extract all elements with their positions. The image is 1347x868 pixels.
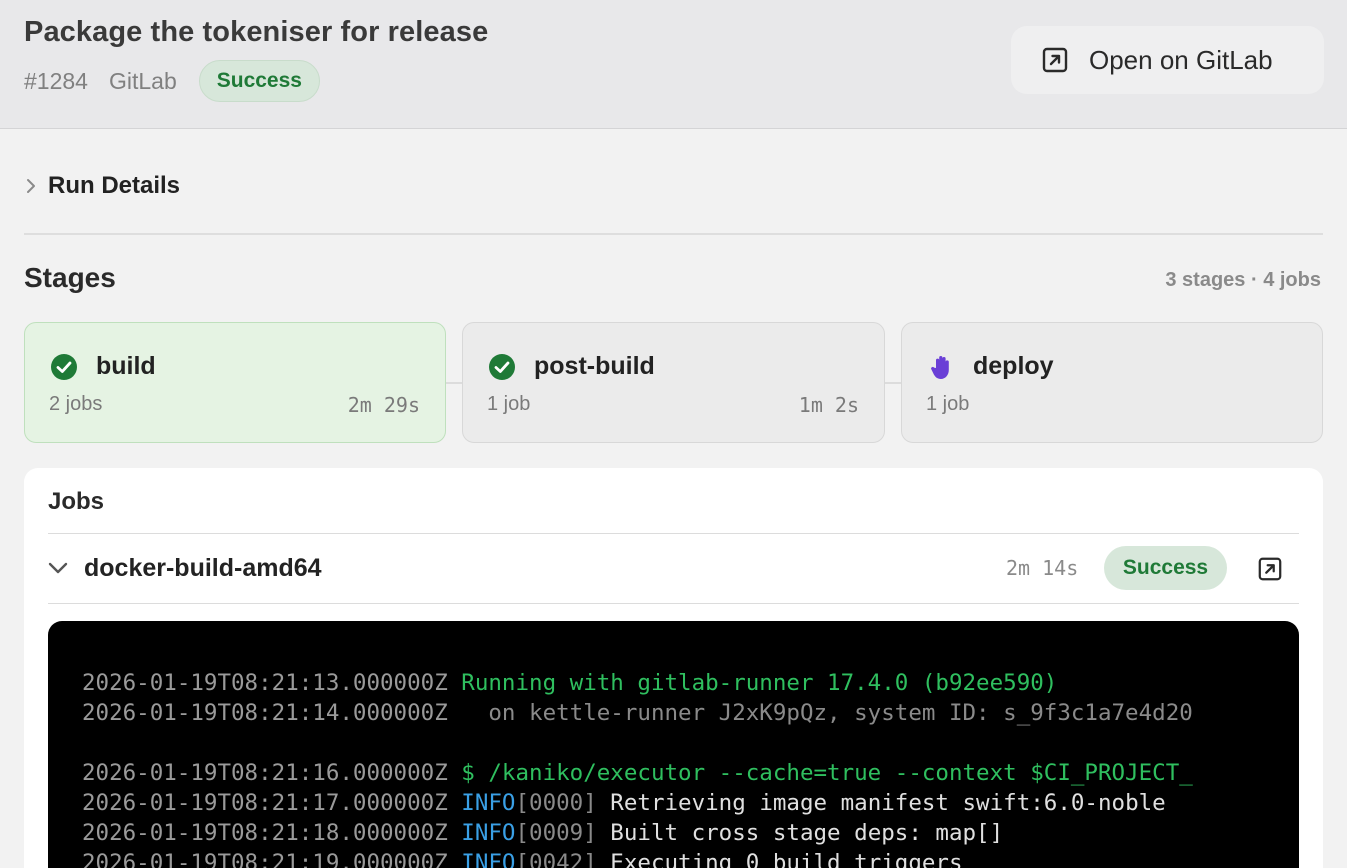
log-line: 2026-01-19T08:21:16.000000Z $ /kaniko/ex… bbox=[82, 758, 1299, 788]
stage-name: build bbox=[96, 352, 156, 380]
log-line: 2026-01-19T08:21:13.000000Z Running with… bbox=[82, 668, 1299, 698]
stages-title: Stages bbox=[24, 262, 116, 293]
stage-connector bbox=[885, 382, 901, 384]
log-timestamp: 2026-01-19T08:21:19.000000Z bbox=[82, 850, 462, 868]
log-timestamp: 2026-01-19T08:21:18.000000Z bbox=[82, 820, 462, 846]
chevron-down-icon bbox=[48, 562, 68, 574]
stage-connector bbox=[446, 382, 462, 384]
external-link-icon bbox=[1042, 47, 1068, 73]
page-title: Package the tokeniser for release bbox=[24, 16, 489, 48]
log-text: Executing 0 build triggers bbox=[596, 850, 963, 868]
log-text: Running with gitlab-runner 17.4.0 (b92ee… bbox=[461, 670, 1058, 696]
open-on-gitlab-label: Open on GitLab bbox=[1089, 44, 1273, 75]
log-text: $ /kaniko/executor --cache=true --contex… bbox=[461, 760, 1193, 786]
stage-card-build[interactable]: build 2 jobs 2m 29s bbox=[24, 322, 446, 443]
stage-duration: 1m 2s bbox=[798, 393, 859, 417]
run-number: #1284 bbox=[24, 67, 88, 94]
log-text: INFO bbox=[461, 790, 516, 816]
stage-duration: 2m 29s bbox=[347, 393, 420, 417]
check-circle-icon bbox=[489, 354, 515, 380]
divider bbox=[48, 603, 1299, 604]
stage-card-post-build[interactable]: post-build 1 job 1m 2s bbox=[462, 322, 885, 443]
log-timestamp: 2026-01-19T08:21:13.000000Z bbox=[82, 670, 462, 696]
log-text: Built cross stage deps: map[] bbox=[596, 820, 1004, 846]
run-meta: #1284 GitLab Success bbox=[24, 60, 320, 102]
log-timestamp: 2026-01-19T08:21:17.000000Z bbox=[82, 790, 462, 816]
job-duration: 2m 14s bbox=[1006, 556, 1079, 580]
stage-job-count: 1 job bbox=[926, 393, 970, 415]
run-details-label: Run Details bbox=[48, 172, 181, 199]
stage-name: deploy bbox=[973, 352, 1054, 380]
run-header: Package the tokeniser for release #1284 … bbox=[0, 0, 1347, 129]
run-provider: GitLab bbox=[108, 67, 177, 94]
jobs-title: Jobs bbox=[48, 488, 105, 515]
log-text: on kettle-runner J2xK9pQz, system ID: s_… bbox=[461, 700, 1193, 726]
log-line: 2026-01-19T08:21:14.000000Z on kettle-ru… bbox=[82, 698, 1299, 728]
stage-name: post-build bbox=[534, 352, 655, 380]
status-badge: Success bbox=[198, 60, 320, 102]
log-line: 2026-01-19T08:21:17.000000Z INFO[0000] R… bbox=[82, 788, 1299, 818]
job-log-terminal[interactable]: 2026-01-19T08:21:13.000000Z Running with… bbox=[48, 621, 1299, 868]
log-timestamp: 2026-01-19T08:21:16.000000Z bbox=[82, 760, 462, 786]
log-line: 2026-01-19T08:21:18.000000Z INFO[0009] B… bbox=[82, 818, 1299, 848]
external-link-icon bbox=[1258, 557, 1282, 581]
open-on-gitlab-button[interactable]: Open on GitLab bbox=[1011, 26, 1324, 94]
log-text: [0042] bbox=[515, 850, 597, 868]
log-line: 2026-01-19T08:21:19.000000Z INFO[0042] E… bbox=[82, 848, 1299, 868]
jobs-panel: Jobs docker-build-amd64 2m 14s Success 2… bbox=[24, 468, 1323, 868]
stages-summary: 3 stages · 4 jobs bbox=[1165, 269, 1321, 291]
log-timestamp: 2026-01-19T08:21:14.000000Z bbox=[82, 700, 462, 726]
log-text: [0000] bbox=[515, 790, 597, 816]
hand-icon bbox=[931, 356, 949, 379]
check-circle-icon bbox=[51, 354, 77, 380]
log-text: INFO bbox=[461, 850, 516, 868]
section-divider bbox=[24, 233, 1323, 235]
job-status-badge: Success bbox=[1104, 546, 1227, 590]
run-details-toggle[interactable]: Run Details bbox=[24, 168, 180, 204]
job-row-docker-build-amd64[interactable]: docker-build-amd64 2m 14s Success bbox=[48, 534, 1299, 603]
stage-job-count: 1 job bbox=[487, 393, 531, 415]
open-job-button[interactable] bbox=[1250, 551, 1290, 587]
stage-card-deploy[interactable]: deploy 1 job bbox=[901, 322, 1323, 443]
log-text: Retrieving image manifest swift:6.0-nobl… bbox=[596, 790, 1166, 816]
log-text: INFO bbox=[461, 820, 516, 846]
log-text: [0009] bbox=[515, 820, 597, 846]
stage-job-count: 2 jobs bbox=[49, 393, 103, 415]
chevron-right-icon bbox=[27, 179, 35, 193]
job-name: docker-build-amd64 bbox=[84, 554, 322, 582]
